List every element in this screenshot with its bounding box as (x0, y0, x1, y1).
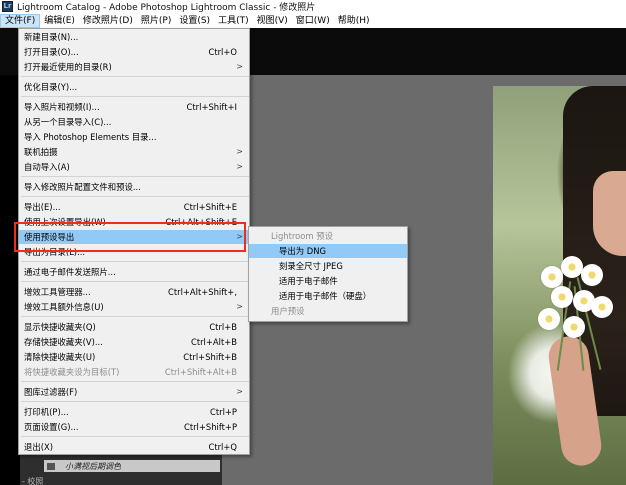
menu-item-plugin-manager[interactable]: 增效工具管理器... Ctrl+Alt+Shift+, (19, 285, 249, 299)
menu-item-library-filters[interactable]: 图库过滤器(F) > (19, 385, 249, 399)
menu-separator (21, 401, 249, 402)
menu-window[interactable]: 窗口(W) (292, 14, 334, 28)
menu-separator (21, 196, 249, 197)
submenu-item-email-hard-drive[interactable]: 适用于电子邮件（硬盘） (249, 289, 407, 303)
menu-separator (21, 281, 249, 282)
menu-tools[interactable]: 工具(T) (214, 14, 253, 28)
menu-item-clear-quick-collection[interactable]: 清除快捷收藏夹(U) Ctrl+Shift+B (19, 350, 249, 364)
chevron-right-icon: > (236, 147, 243, 156)
menu-edit[interactable]: 编辑(E) (40, 14, 79, 28)
menu-separator (21, 76, 249, 77)
menu-item-export[interactable]: 导出(E)... Ctrl+Shift+E (19, 200, 249, 214)
photo-face (593, 171, 626, 256)
chevron-right-icon: > (236, 387, 243, 396)
chevron-right-icon: > (236, 302, 243, 311)
menu-separator (21, 176, 249, 177)
menu-item-open-catalog[interactable]: 打开目录(O)... Ctrl+O (19, 45, 249, 59)
menu-separator (21, 436, 249, 437)
panel-section-label[interactable]: - 校照 (22, 476, 43, 485)
window-title: Lightroom Catalog - Adobe Photoshop Ligh… (17, 3, 316, 13)
menu-item-auto-import[interactable]: 自动导入(A) > (19, 160, 249, 174)
photo-preview[interactable] (493, 86, 626, 485)
menu-item-new-catalog[interactable]: 新建目录(N)... (19, 30, 249, 44)
menu-item-page-setup[interactable]: 页面设置(G)... Ctrl+Shift+P (19, 420, 249, 434)
chevron-right-icon: > (236, 62, 243, 71)
menu-item-open-recent[interactable]: 打开最近使用的目录(R) > (19, 60, 249, 74)
submenu-header: Lightroom 预设 (271, 231, 333, 241)
menu-develop[interactable]: 修改照片(D) (79, 14, 137, 28)
menu-item-save-quick-collection[interactable]: 存储快捷收藏夹(V)... Ctrl+Alt+B (19, 335, 249, 349)
shortcut: Ctrl+Alt+Shift+, (168, 287, 237, 297)
submenu-item-burn-jpeg[interactable]: 刻录全尺寸 JPEG (249, 259, 407, 273)
menu-item-email-photos[interactable]: 通过电子邮件发送照片... (19, 265, 249, 279)
menu-item-import-elements[interactable]: 导入 Photoshop Elements 目录... (19, 130, 249, 144)
collection-label: 小满视后期调色 (65, 461, 121, 471)
menu-item-set-quick-collection-target: 将快捷收藏夹设为目标(T) Ctrl+Shift+Alt+B (24, 367, 237, 377)
menu-separator (21, 261, 249, 262)
menu-bar: 文件(F) 编辑(E) 修改照片(D) 照片(P) 设置(S) 工具(T) 视图… (0, 13, 626, 28)
menu-item-import-profiles[interactable]: 导入修改照片配置文件和预设... (19, 180, 249, 194)
shortcut: Ctrl+O (208, 47, 237, 57)
menu-item-optimize-catalog[interactable]: 优化目录(Y)... (19, 80, 249, 94)
submenu-footer: 用户预设 (271, 306, 305, 316)
shortcut: Ctrl+Alt+B (190, 337, 237, 347)
annotation-highlight-box (14, 222, 246, 252)
shortcut: Ctrl+Shift+I (186, 102, 237, 112)
menu-item-show-quick-collection[interactable]: 显示快捷收藏夹(Q) Ctrl+B (19, 320, 249, 334)
menu-item-import-from-catalog[interactable]: 从另一个目录导入(C)... (19, 115, 249, 129)
menu-view[interactable]: 视图(V) (253, 14, 292, 28)
shortcut: Ctrl+Shift+B (183, 352, 237, 362)
menu-help[interactable]: 帮助(H) (334, 14, 374, 28)
menu-settings[interactable]: 设置(S) (175, 14, 214, 28)
collection-icon (47, 462, 55, 470)
shortcut: Ctrl+Shift+E (183, 202, 237, 212)
shortcut: Ctrl+Q (208, 442, 237, 452)
submenu-item-email[interactable]: 适用于电子邮件 (249, 274, 407, 288)
chevron-right-icon: > (236, 162, 243, 171)
lightroom-app-icon: Lr (2, 1, 13, 12)
shortcut: Ctrl+Shift+Alt+B (164, 367, 237, 377)
shortcut: Ctrl+P (210, 407, 237, 417)
menu-item-tethered-capture[interactable]: 联机拍摄 > (19, 145, 249, 159)
menu-item-plugin-extras[interactable]: 增效工具额外信息(U) > (19, 300, 249, 314)
collection-item[interactable]: 小满视后期调色 (44, 460, 220, 472)
menu-separator (21, 381, 249, 382)
title-bar: Lr Lightroom Catalog - Adobe Photoshop L… (0, 0, 626, 13)
menu-item-import-photos[interactable]: 导入照片和视频(I)... Ctrl+Shift+I (19, 100, 249, 114)
photo-flowers (533, 256, 613, 376)
menu-item-exit[interactable]: 退出(X) Ctrl+Q (19, 440, 249, 454)
menu-file[interactable]: 文件(F) (0, 13, 41, 28)
export-preset-submenu: Lightroom 预设 导出为 DNG 刻录全尺寸 JPEG 适用于电子邮件 … (248, 226, 408, 322)
shortcut: Ctrl+B (209, 322, 237, 332)
menu-separator (21, 96, 249, 97)
menu-item-printer[interactable]: 打印机(P)... Ctrl+P (19, 405, 249, 419)
shortcut: Ctrl+Shift+P (183, 422, 237, 432)
menu-separator (21, 316, 249, 317)
submenu-item-export-dng[interactable]: 导出为 DNG (249, 244, 407, 258)
menu-photo[interactable]: 照片(P) (137, 14, 175, 28)
